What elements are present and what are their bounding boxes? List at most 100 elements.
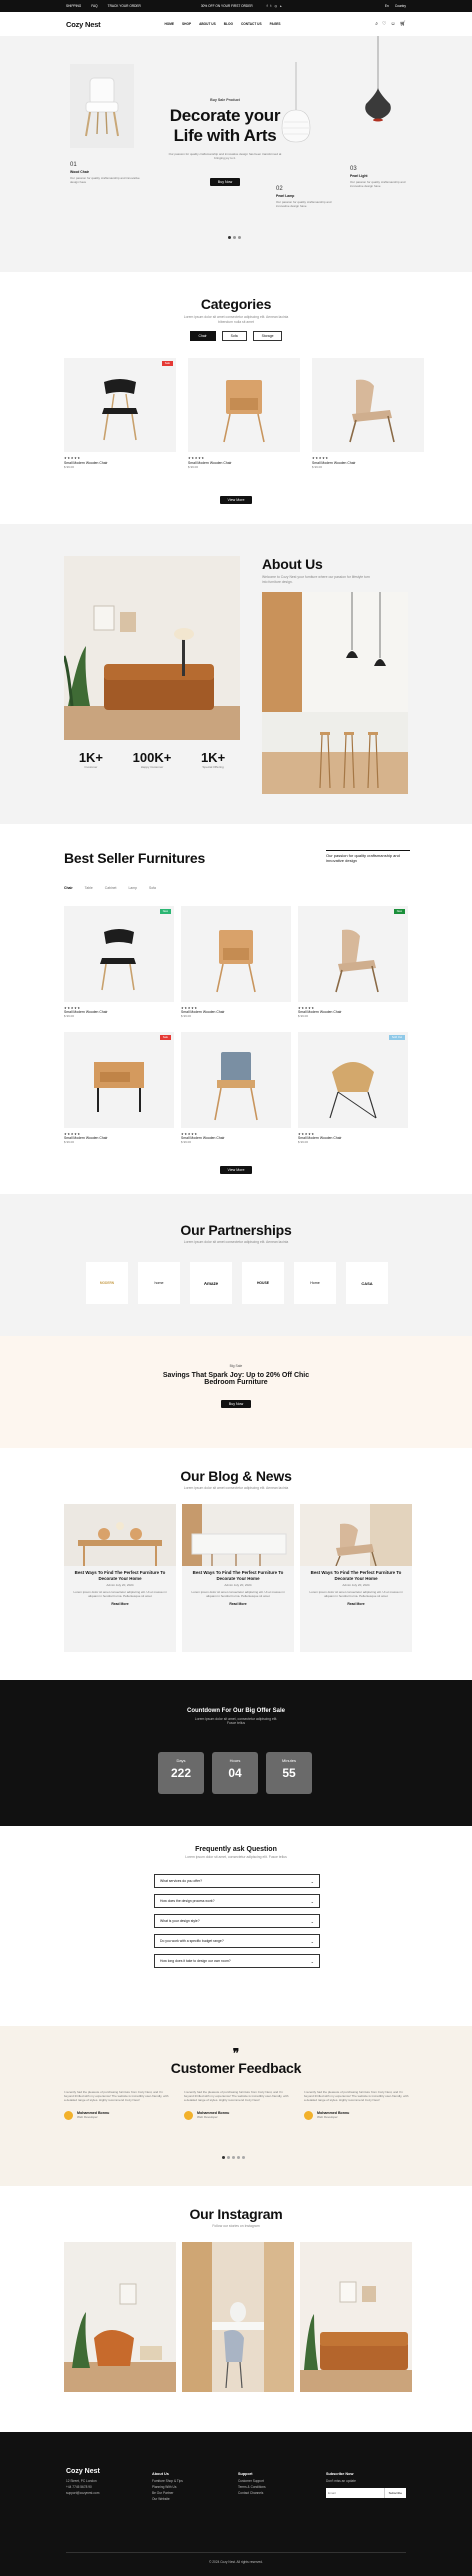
countdown-text: Lorem ipsum dolor sit amet, consectetur …	[194, 1717, 278, 1726]
youtube-icon[interactable]: ▸	[280, 4, 285, 8]
slider-dot[interactable]	[237, 2156, 240, 2159]
user-icon[interactable]: ☺	[391, 21, 396, 27]
product-card[interactable]: New ★★★★★ Small Modern Wooden Chair $ 99…	[64, 906, 174, 1018]
feedback-section: ❞ Customer Feedback I recently had the p…	[0, 2026, 472, 2186]
hero-pagination	[228, 236, 241, 239]
slider-dot[interactable]	[238, 236, 241, 239]
stat-happy: 100K+ Happy Customer	[132, 750, 172, 769]
countdown-days: Days 222	[158, 1752, 204, 1794]
tab-storage[interactable]: Storage	[252, 331, 283, 341]
instagram-photo[interactable]	[182, 2242, 294, 2392]
product-card[interactable]: Sale ★★★★★ Small Modern Wooden Chair $ 9…	[64, 1032, 174, 1144]
blog-post-title[interactable]: Best Ways To Find The Perfect Furniture …	[72, 1570, 168, 1581]
partner-logo[interactable]: Amaze	[190, 1262, 232, 1304]
footer-link[interactable]: Furniture Shop & Tips	[152, 2479, 183, 2483]
blog-card[interactable]: Best Ways To Find The Perfect Furniture …	[182, 1504, 294, 1652]
tab-chair[interactable]: Chair	[64, 886, 73, 890]
slider-dot[interactable]	[228, 236, 231, 239]
blog-post-title[interactable]: Best Ways To Find The Perfect Furniture …	[308, 1570, 404, 1581]
instagram-photo[interactable]	[64, 2242, 176, 2392]
tab-sofa[interactable]: Sofa	[149, 886, 156, 890]
faq-item[interactable]: Do you work with a specific budget range…	[154, 1934, 320, 1948]
read-more-link[interactable]: Read More	[190, 1602, 286, 1606]
read-more-link[interactable]: Read More	[308, 1602, 404, 1606]
faq-item[interactable]: How long does it take to design our own …	[154, 1954, 320, 1968]
nav-blog[interactable]: BLOG	[224, 22, 233, 26]
blog-post-excerpt: Lorem ipsum dolor sit amet consectetur a…	[191, 1590, 285, 1599]
product-price: $ 99.00	[312, 465, 323, 469]
slider-dot[interactable]	[227, 2156, 230, 2159]
slider-dot[interactable]	[242, 2156, 245, 2159]
promo-title-1: Savings That Spark Joy: Up to 20% Off Ch…	[162, 1372, 310, 1379]
partner-logos: MODERN home Amaze HOUSE Home CASA	[86, 1262, 388, 1304]
search-icon[interactable]: ⌕	[375, 21, 378, 27]
tab-cabinet[interactable]: Cabinet	[105, 886, 117, 890]
blog-card[interactable]: Best Ways To Find The Perfect Furniture …	[300, 1504, 412, 1652]
tab-lamp[interactable]: Lamp	[128, 886, 136, 890]
hero-text: Our passion for quality craftsmanship an…	[168, 152, 282, 160]
hero-buy-button[interactable]: Buy Now	[209, 178, 241, 186]
tab-chair[interactable]: Chair	[189, 331, 216, 341]
subscribe-button[interactable]: Subscribe	[383, 2488, 406, 2498]
blog-post-title[interactable]: Best Ways To Find The Perfect Furniture …	[190, 1570, 286, 1581]
partner-logo[interactable]: home	[138, 1262, 180, 1304]
topbar-link-shipping[interactable]: SHIPPING	[66, 4, 81, 8]
partner-logo[interactable]: CASA	[346, 1262, 388, 1304]
countdown-section: Countdown For Our Big Offer Sale Lorem i…	[0, 1680, 472, 1826]
footer-link[interactable]: Be Our Partner	[152, 2491, 183, 2495]
tab-sofa[interactable]: Sofa	[221, 331, 247, 341]
instagram-photo[interactable]	[300, 2242, 412, 2392]
instagram-section: Our Instagram Follow our stories on Inst…	[0, 2186, 472, 2432]
topbar-link-faq[interactable]: FAQ	[91, 4, 97, 8]
product-image	[181, 1032, 291, 1128]
slider-dot[interactable]	[222, 2156, 225, 2159]
product-card[interactable]: ★★★★★ Small Modern Wooden Chair $ 99.00	[181, 1032, 291, 1144]
currency-select[interactable]: Country	[395, 4, 406, 8]
nav-contact[interactable]: CONTACT US	[241, 22, 262, 26]
footer-link[interactable]: Contact Channels	[238, 2491, 266, 2495]
slider-dot[interactable]	[233, 236, 236, 239]
nav-pages[interactable]: PAGES	[270, 22, 281, 26]
newsletter-email-input[interactable]	[326, 2488, 384, 2498]
logo[interactable]: Cozy Nest	[66, 20, 101, 29]
product-card[interactable]: Sale ★★★★★ Small Modern Wooden Chair $ 9…	[64, 358, 176, 469]
nav-home[interactable]: HOME	[164, 22, 174, 26]
promo-buy-button[interactable]: Buy Now	[220, 1400, 252, 1408]
cart-icon[interactable]: 🛒︎	[400, 21, 406, 27]
faq-item[interactable]: What is your design style? ⌄	[154, 1914, 320, 1928]
product-card[interactable]: ★★★★★ Small Modern Wooden Chair $ 99.00	[181, 906, 291, 1018]
review-text: I recently had the pleasure of purchasin…	[184, 2090, 289, 2103]
product-card[interactable]: ★★★★★ Small Modern Wooden Chair $ 99.00	[312, 358, 424, 469]
topbar-link-track[interactable]: TRACK YOUR ORDER	[108, 4, 141, 8]
blog-post-excerpt: Lorem ipsum dolor sit amet consectetur a…	[73, 1590, 167, 1599]
footer-link[interactable]: Planning With Us	[152, 2485, 183, 2489]
faq-item[interactable]: What services do you offer? ⌄	[154, 1874, 320, 1888]
view-more-button[interactable]: View More	[219, 496, 253, 504]
nav-shop[interactable]: SHOP	[182, 22, 191, 26]
countdown-hours: Hours 04	[212, 1752, 258, 1794]
product-card[interactable]: ★★★★★ Small Modern Wooden Chair $ 99.00	[188, 358, 300, 469]
hero-item-number: 02	[276, 186, 283, 192]
tab-table[interactable]: Table	[85, 886, 93, 890]
view-more-button[interactable]: View More	[219, 1166, 253, 1174]
partner-logo[interactable]: MODERN	[86, 1262, 128, 1304]
footer-link[interactable]: Terms & Conditions	[238, 2485, 266, 2489]
read-more-link[interactable]: Read More	[72, 1602, 168, 1606]
about-living-room-image	[64, 556, 240, 740]
product-card[interactable]: New ★★★★★ Small Modern Wooden Chair $ 99…	[298, 906, 408, 1018]
footer-link[interactable]: Our Website	[152, 2497, 183, 2501]
partner-logo[interactable]: HOUSE	[242, 1262, 284, 1304]
product-card[interactable]: Sold Out ★★★★★ Small Modern Wooden Chair…	[298, 1032, 408, 1144]
footer-logo[interactable]: Cozy Nest	[66, 2468, 100, 2475]
categories-section: Categories Lorem ipsum dolor sit amet co…	[0, 272, 472, 524]
copyright: © 2024 Cozy Nest. All rights reserved.	[209, 2560, 263, 2564]
faq-item[interactable]: How does the design process work? ⌄	[154, 1894, 320, 1908]
partner-logo[interactable]: Home	[294, 1262, 336, 1304]
product-image: New	[298, 906, 408, 1002]
slider-dot[interactable]	[232, 2156, 235, 2159]
footer-link[interactable]: Customer Support	[238, 2479, 266, 2483]
nav-about[interactable]: ABOUT US	[199, 22, 216, 26]
blog-card[interactable]: Best Ways To Find The Perfect Furniture …	[64, 1504, 176, 1652]
heart-icon[interactable]: ♡	[382, 21, 386, 27]
language-select[interactable]: En	[385, 4, 389, 8]
